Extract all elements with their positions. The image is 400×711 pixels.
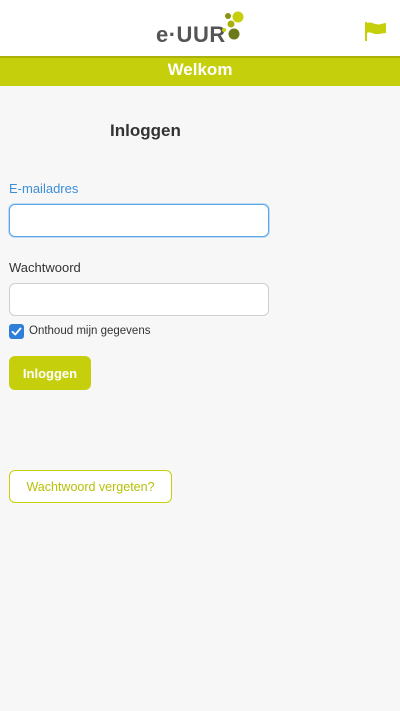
checkmark-icon	[11, 327, 22, 335]
top-bar: e·UUR	[0, 0, 400, 56]
app-logo[interactable]: e·UUR	[156, 10, 248, 48]
forgot-password-button[interactable]: Wachtwoord vergeten?	[9, 470, 172, 503]
banner-title: Welkom	[167, 60, 233, 79]
login-title: Inloggen	[110, 121, 181, 140]
remember-me-row[interactable]: Onthoud mijn gegevens	[9, 323, 150, 339]
logo-dots-icon	[222, 11, 244, 40]
remember-checkbox[interactable]	[9, 323, 24, 339]
email-input[interactable]	[9, 204, 269, 237]
password-input[interactable]	[9, 283, 269, 316]
email-label: E-mailadres	[9, 181, 79, 196]
flag-icon[interactable]	[362, 20, 388, 42]
welcome-banner: Welkom	[0, 56, 400, 86]
login-button[interactable]: Inloggen	[9, 356, 91, 390]
password-label: Wachtwoord	[9, 260, 81, 275]
remember-label: Onthoud mijn gegevens	[29, 325, 151, 337]
